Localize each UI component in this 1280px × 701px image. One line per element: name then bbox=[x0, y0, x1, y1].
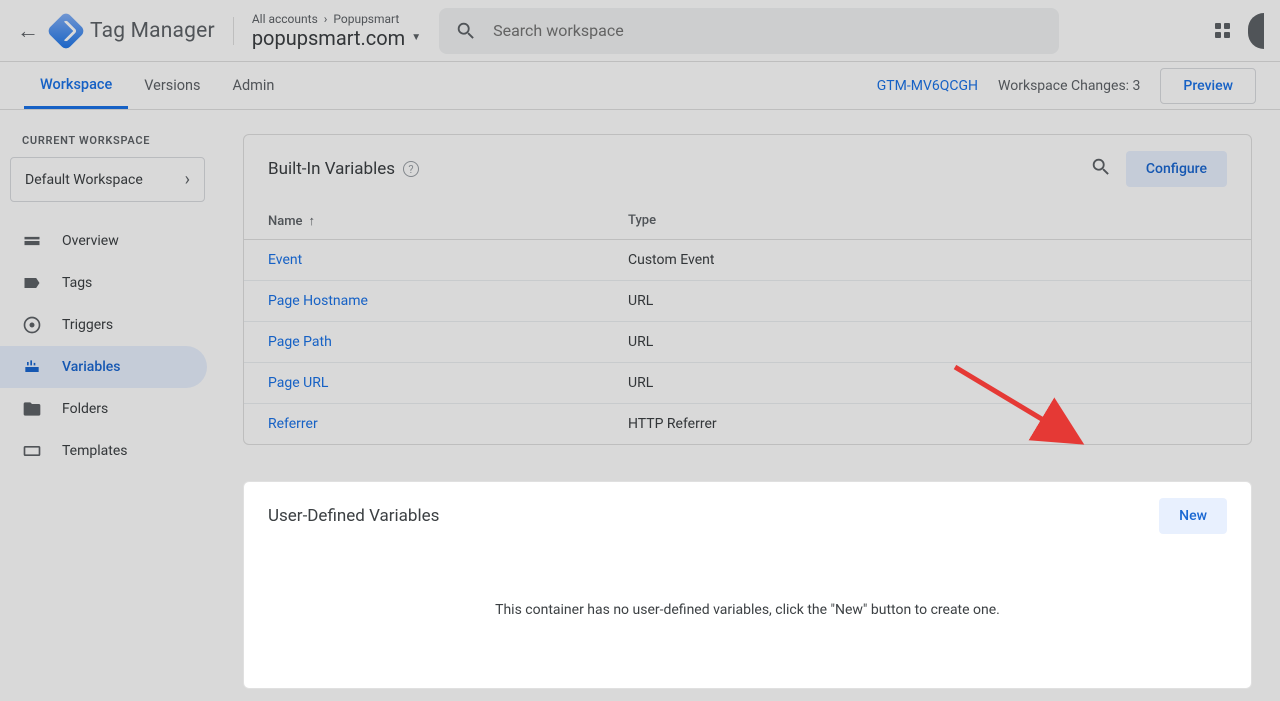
workspace-name: Default Workspace bbox=[25, 172, 143, 188]
sidebar-item-variables[interactable]: Variables bbox=[0, 346, 207, 388]
breadcrumb[interactable]: All accounts › Popupsmart bbox=[252, 12, 421, 26]
sidebar-item-templates[interactable]: Templates bbox=[0, 430, 207, 472]
builtin-variables-card: Built-In Variables ? Configure Name ↑ Ty… bbox=[243, 134, 1252, 445]
table-row[interactable]: Page Path URL bbox=[244, 322, 1251, 363]
tab-workspace[interactable]: Workspace bbox=[24, 62, 128, 109]
search-input[interactable] bbox=[493, 21, 1043, 40]
table-row[interactable]: Referrer HTTP Referrer bbox=[244, 404, 1251, 444]
variable-name[interactable]: Page Hostname bbox=[268, 293, 628, 309]
variable-type: URL bbox=[628, 293, 1227, 309]
udv-empty-message: This container has no user-defined varia… bbox=[244, 550, 1251, 688]
column-type[interactable]: Type bbox=[628, 213, 1227, 229]
container-name-text: popupsmart.com bbox=[252, 26, 405, 50]
folder-icon bbox=[22, 399, 42, 419]
sidebar-item-label: Templates bbox=[62, 443, 128, 459]
sidebar-item-label: Variables bbox=[62, 359, 120, 375]
search-icon bbox=[1090, 156, 1112, 178]
sidebar-item-overview[interactable]: Overview bbox=[0, 220, 207, 262]
column-name[interactable]: Name bbox=[268, 214, 303, 229]
sort-arrow-up-icon: ↑ bbox=[309, 213, 316, 229]
container-switcher[interactable]: popupsmart.com ▼ bbox=[252, 26, 421, 50]
preview-button[interactable]: Preview bbox=[1160, 68, 1256, 104]
sidebar-item-triggers[interactable]: Triggers bbox=[0, 304, 207, 346]
gtm-logo-icon bbox=[46, 11, 86, 51]
workspace-changes: Workspace Changes: 3 bbox=[998, 78, 1140, 94]
help-icon[interactable]: ? bbox=[403, 161, 419, 177]
template-icon bbox=[22, 441, 42, 461]
variable-type: URL bbox=[628, 334, 1227, 350]
sidebar-item-label: Triggers bbox=[62, 317, 113, 333]
search-box[interactable] bbox=[439, 8, 1059, 54]
search-icon bbox=[455, 20, 477, 42]
search-variables-button[interactable] bbox=[1090, 156, 1112, 182]
trigger-icon bbox=[22, 315, 42, 335]
back-arrow-icon[interactable]: ← bbox=[16, 18, 40, 44]
dropdown-triangle-icon: ▼ bbox=[411, 32, 421, 43]
variable-type: URL bbox=[628, 375, 1227, 391]
variable-name[interactable]: Referrer bbox=[268, 416, 628, 432]
table-row[interactable]: Event Custom Event bbox=[244, 240, 1251, 281]
tab-versions[interactable]: Versions bbox=[128, 62, 216, 109]
sidebar-item-tags[interactable]: Tags bbox=[0, 262, 207, 304]
breadcrumb-root: All accounts bbox=[252, 12, 318, 26]
variable-name[interactable]: Page URL bbox=[268, 375, 628, 391]
tag-icon bbox=[22, 273, 42, 293]
table-row[interactable]: Page Hostname URL bbox=[244, 281, 1251, 322]
workspace-selector[interactable]: Default Workspace › bbox=[10, 157, 205, 202]
configure-button[interactable]: Configure bbox=[1126, 151, 1227, 187]
apps-icon[interactable] bbox=[1215, 23, 1230, 38]
table-row[interactable]: Page URL URL bbox=[244, 363, 1251, 404]
udv-title: User-Defined Variables bbox=[268, 506, 439, 526]
container-id[interactable]: GTM-MV6QCGH bbox=[877, 78, 978, 94]
sidebar-item-label: Folders bbox=[62, 401, 108, 417]
product-name: Tag Manager bbox=[90, 19, 215, 43]
variable-type: HTTP Referrer bbox=[628, 416, 1227, 432]
variable-name[interactable]: Page Path bbox=[268, 334, 628, 350]
variable-name[interactable]: Event bbox=[268, 252, 628, 268]
sidebar-item-folders[interactable]: Folders bbox=[0, 388, 207, 430]
overview-icon bbox=[22, 231, 42, 251]
user-defined-variables-card: User-Defined Variables New This containe… bbox=[243, 481, 1252, 689]
sidebar-item-label: Tags bbox=[62, 275, 92, 291]
breadcrumb-current: Popupsmart bbox=[333, 12, 399, 26]
builtin-title: Built-In Variables bbox=[268, 159, 395, 179]
sidebar-item-label: Overview bbox=[62, 233, 119, 249]
variable-type: Custom Event bbox=[628, 252, 1227, 268]
tab-admin[interactable]: Admin bbox=[217, 62, 291, 109]
variable-icon bbox=[22, 357, 42, 377]
new-button[interactable]: New bbox=[1159, 498, 1227, 534]
chevron-right-icon: › bbox=[324, 12, 328, 26]
avatar[interactable] bbox=[1248, 13, 1264, 49]
chevron-right-icon: › bbox=[185, 169, 190, 190]
current-workspace-label: CURRENT WORKSPACE bbox=[0, 128, 215, 157]
